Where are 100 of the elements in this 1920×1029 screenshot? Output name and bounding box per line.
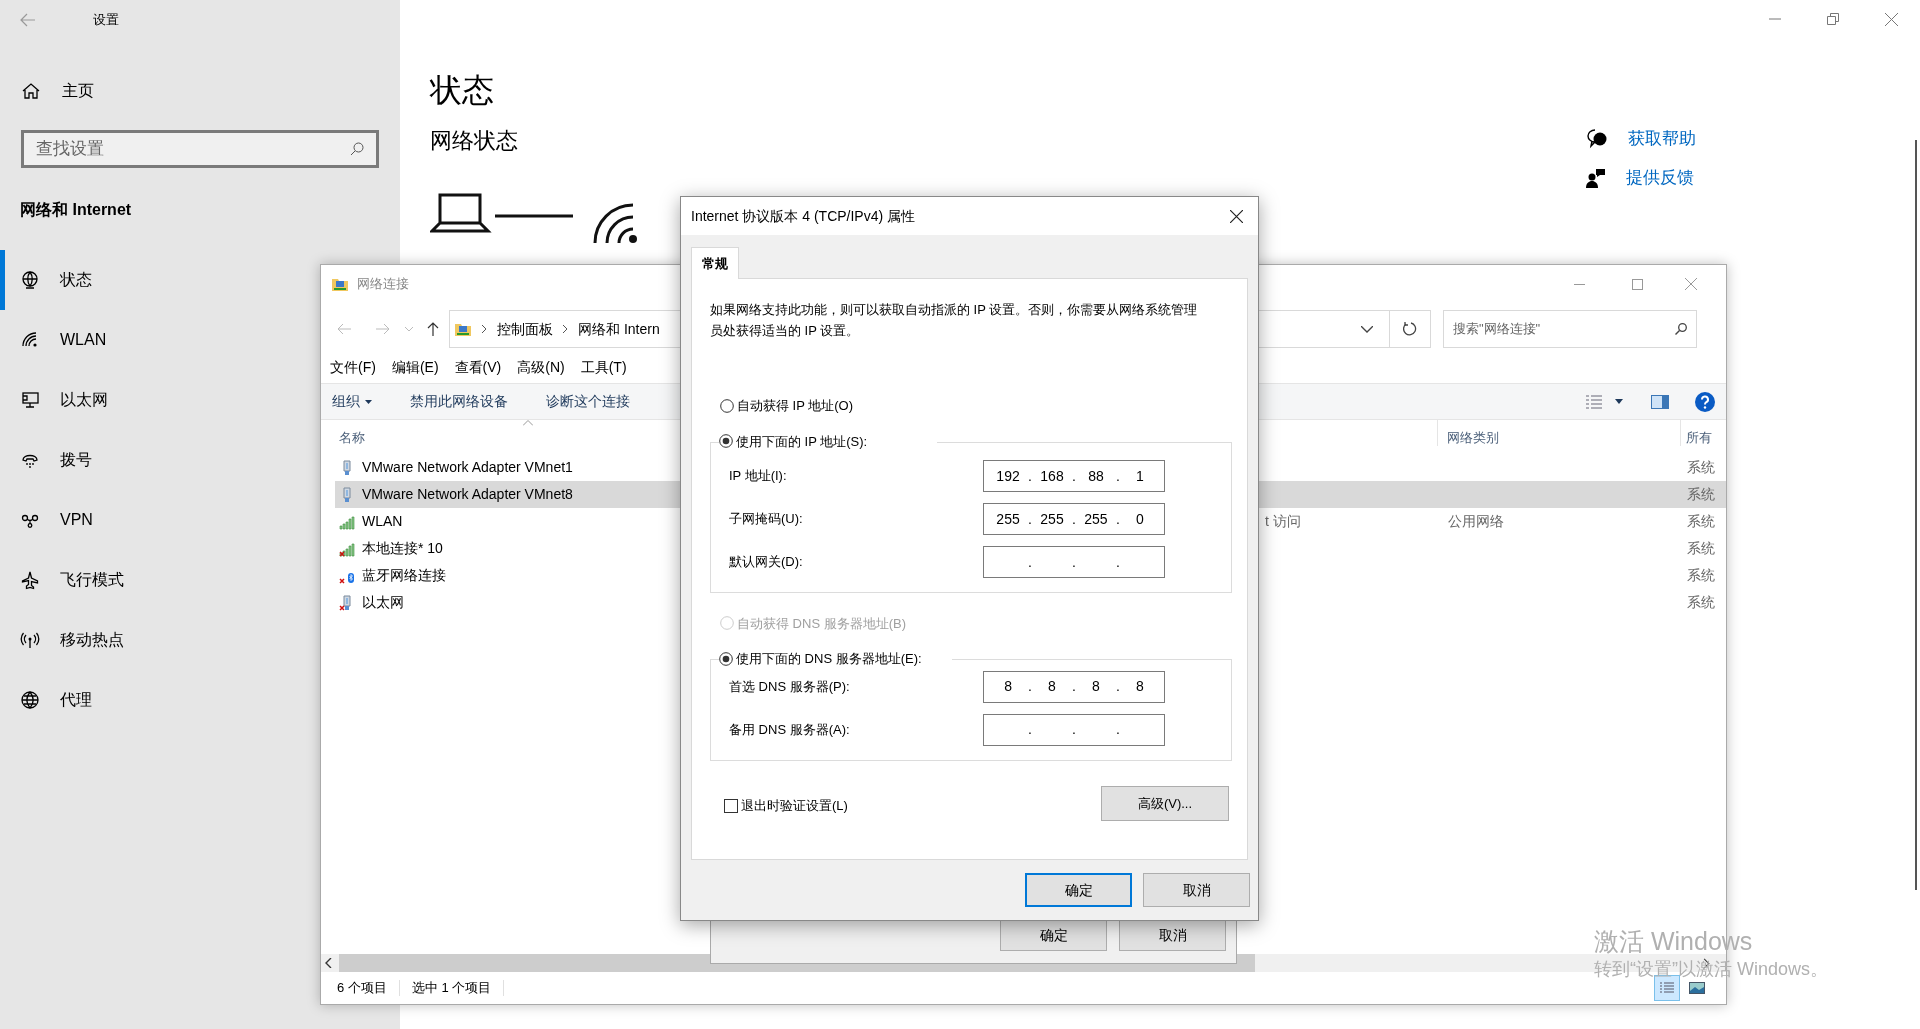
connection-name[interactable]: 本地连接* 10 xyxy=(362,538,443,559)
dialog-button[interactable]: 取消 xyxy=(1143,873,1250,907)
dialog-button[interactable]: 确定 xyxy=(1000,919,1107,951)
minimize-icon xyxy=(1573,283,1585,285)
globe-monitor-icon xyxy=(20,270,40,290)
connection-name[interactable]: 以太网 xyxy=(362,592,404,613)
ip-address-field[interactable]: 192 . 168 . 88 . 1 xyxy=(983,460,1165,492)
restore-icon xyxy=(1827,13,1839,25)
checkbox[interactable] xyxy=(724,798,738,813)
nav-item[interactable]: WLAN xyxy=(0,310,320,370)
chevron-right-icon xyxy=(563,325,568,333)
nav-item[interactable]: 代理 xyxy=(0,670,320,730)
ip-address-field[interactable]: . . . xyxy=(983,713,1165,746)
sort-caret-icon xyxy=(523,420,533,426)
ip-address-field[interactable]: 8 . 8 . 8 . 8 xyxy=(983,670,1165,703)
refresh-icon xyxy=(1403,322,1417,336)
table-cell: 系统 xyxy=(1687,486,1715,502)
search-icon[interactable] xyxy=(1675,323,1687,335)
up-arrow-icon[interactable] xyxy=(427,322,439,336)
table-cell: t 访问 xyxy=(1265,513,1301,529)
help-link[interactable]: 提供反馈 xyxy=(1626,164,1694,191)
section-subtitle: 网络状态 xyxy=(430,127,519,155)
network-folder-icon xyxy=(331,276,349,292)
table-cell: 系统 xyxy=(1687,594,1715,610)
field-label: 默认网关(D): xyxy=(728,553,804,572)
connection-name[interactable]: WLAN xyxy=(362,511,403,532)
help-icon[interactable] xyxy=(1695,391,1715,412)
hotspot-icon xyxy=(20,630,40,650)
menu-item[interactable]: 高级(N) xyxy=(517,356,565,378)
breadcrumb-item[interactable]: 网络和 Intern xyxy=(578,318,660,340)
breadcrumb-item[interactable]: 控制面板 xyxy=(497,318,553,340)
menu-item[interactable]: 查看(V) xyxy=(454,356,502,378)
dialog-button[interactable]: 取消 xyxy=(1119,919,1226,951)
status-text: 6 个项目 xyxy=(337,979,387,998)
landscape-thumbnail-icon xyxy=(1689,982,1705,994)
radio-button[interactable] xyxy=(720,398,734,413)
nav-item[interactable]: 拨号 xyxy=(0,430,320,490)
table-cell: 系统 xyxy=(1687,459,1715,475)
connection-name[interactable]: VMware Network Adapter VMnet1 xyxy=(362,457,573,478)
status-text: 选中 1 个项目 xyxy=(411,979,492,998)
dropdown-caret-icon[interactable] xyxy=(1615,399,1623,404)
close-icon xyxy=(1229,209,1243,223)
minimize-icon xyxy=(1769,18,1781,20)
dropdown-caret-icon xyxy=(365,399,372,404)
preview-pane-icon[interactable] xyxy=(1651,394,1669,409)
search-field[interactable]: 搜索"网络连接" xyxy=(1443,310,1697,348)
home-link[interactable]: 主页 xyxy=(62,79,94,103)
table-cell: 系统 xyxy=(1687,513,1715,529)
command-button[interactable]: 组织 xyxy=(332,391,372,412)
table-cell: 公用网络 xyxy=(1448,513,1504,529)
scroll-left-icon[interactable] xyxy=(325,958,333,968)
back-arrow-icon[interactable] xyxy=(20,13,36,27)
advanced-button[interactable]: 高级(V)... xyxy=(1101,786,1229,821)
field-label: 备用 DNS 服务器(A): xyxy=(728,720,851,739)
help-chat-icon xyxy=(1586,127,1608,150)
maximize-icon xyxy=(1631,278,1643,290)
ip-address-field[interactable]: . . . xyxy=(983,546,1165,578)
table-cell: 系统 xyxy=(1687,567,1715,583)
help-link[interactable]: 获取帮助 xyxy=(1628,125,1696,152)
close-icon xyxy=(1884,12,1898,26)
column-header[interactable]: 网络类别 xyxy=(1447,428,1499,448)
field-label: 子网掩码(U): xyxy=(728,510,804,529)
field-label: IP 地址(I): xyxy=(728,467,788,486)
page-title: 状态 xyxy=(430,71,495,110)
feedback-person-icon xyxy=(1586,167,1606,188)
menu-item[interactable]: 文件(F) xyxy=(330,356,376,378)
airplane-icon xyxy=(20,570,40,590)
radio-button[interactable] xyxy=(719,434,733,449)
column-header[interactable]: 名称 xyxy=(339,428,365,448)
tab[interactable]: 常规 xyxy=(691,247,739,279)
column-header[interactable]: 所有 xyxy=(1686,428,1712,448)
ip-address-field[interactable]: 255 . 255 . 255 . 0 xyxy=(983,503,1165,535)
radio-button[interactable] xyxy=(719,651,733,666)
radio-label[interactable]: 自动获得 IP 地址(O) xyxy=(737,396,854,416)
connection-name[interactable]: 蓝牙网络连接 xyxy=(362,565,446,586)
checkbox-label[interactable]: 退出时验证设置(L) xyxy=(741,795,848,816)
nav-item[interactable]: VPN xyxy=(0,490,320,550)
nav-item[interactable]: 移动热点 xyxy=(0,610,320,670)
radio-label[interactable]: 使用下面的 IP 地址(S): xyxy=(736,431,868,451)
menu-item[interactable]: 工具(T) xyxy=(580,356,627,378)
globe-icon xyxy=(20,690,40,710)
network-folder-icon xyxy=(454,321,472,337)
chevron-down-icon[interactable] xyxy=(1361,325,1373,333)
dialog-title: Internet 协议版本 4 (TCP/IPv4) 属性 xyxy=(691,206,917,226)
connection-name[interactable]: VMware Network Adapter VMnet8 xyxy=(362,484,573,505)
search-field[interactable]: 查找设置 xyxy=(21,130,379,168)
home-icon[interactable] xyxy=(22,82,40,100)
description-text: 如果网络支持此功能，则可以获取自动指派的 IP 设置。否则，你需要从网络系统管理员处获得适当的 IP 设置。 xyxy=(710,301,1199,340)
table-cell: 系统 xyxy=(1687,540,1715,556)
nav-item[interactable]: 飞行模式 xyxy=(0,550,320,610)
close-icon xyxy=(1685,278,1697,290)
window-title: 设置 xyxy=(93,11,119,30)
field-label: 首选 DNS 服务器(P): xyxy=(728,677,851,696)
command-button[interactable]: 禁用此网络设备 xyxy=(410,391,508,412)
command-button[interactable]: 诊断这个连接 xyxy=(546,391,630,412)
search-icon[interactable] xyxy=(350,142,364,156)
section-heading: 网络和 Internet xyxy=(20,200,133,220)
menu-item[interactable]: 编辑(E) xyxy=(391,356,439,378)
dialog-button[interactable]: 确定 xyxy=(1025,873,1132,907)
nav-item[interactable]: 以太网 xyxy=(0,370,320,430)
